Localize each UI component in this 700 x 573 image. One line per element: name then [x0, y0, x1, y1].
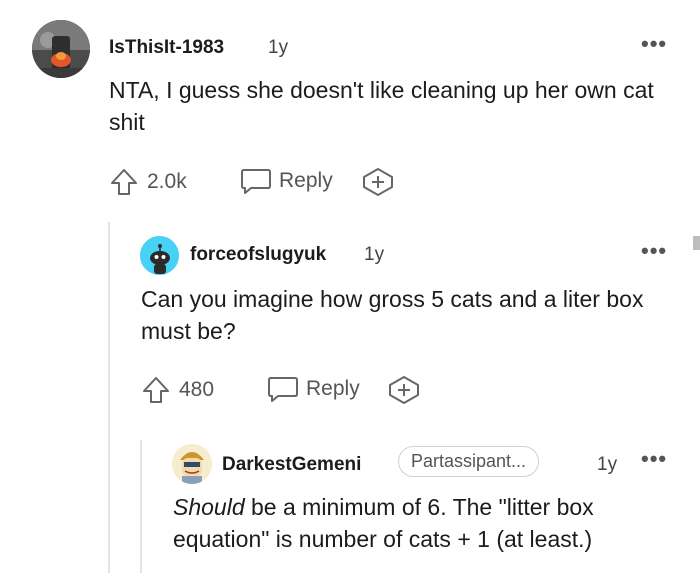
- vote-control[interactable]: 480: [141, 375, 214, 405]
- user-flair: Partassipant...: [398, 446, 540, 477]
- upvote-arrow-icon[interactable]: [141, 375, 171, 405]
- vote-count: 480: [179, 378, 215, 401]
- reply-label: Reply: [306, 377, 360, 400]
- speech-bubble-icon: [240, 166, 272, 196]
- comment-age: 1y: [364, 244, 385, 265]
- comment-body: NTA, I guess she doesn't like cleaning u…: [109, 77, 654, 135]
- vote-control[interactable]: 2.0k: [109, 167, 187, 197]
- username[interactable]: DarkestGemeni: [222, 454, 361, 476]
- vote-count: 2.0k: [147, 170, 187, 193]
- upvote-arrow-icon[interactable]: [109, 167, 139, 197]
- more-options-icon[interactable]: •••: [641, 446, 667, 472]
- reply-button[interactable]: Reply: [240, 166, 333, 196]
- more-options-icon[interactable]: •••: [641, 238, 667, 264]
- comment-2: forceofslugyuk 1y ••• Can you imagine ho…: [0, 220, 700, 420]
- comment-body: Can you imagine how gross 5 cats and a l…: [141, 286, 644, 344]
- comment-3: DarkestGemeni Partassipant... 1y ••• Sho…: [0, 440, 700, 573]
- avatar[interactable]: [172, 444, 212, 484]
- speech-bubble-icon: [267, 374, 299, 404]
- username[interactable]: forceofslugyuk: [190, 244, 326, 266]
- award-plus-icon[interactable]: [361, 167, 395, 197]
- username[interactable]: IsThisIt-1983: [109, 37, 224, 59]
- comment-1: IsThisIt-1983 1y ••• NTA, I guess she do…: [0, 0, 700, 210]
- emphasis-text: Should: [173, 494, 245, 520]
- comment-age: 1y: [597, 454, 618, 475]
- award-plus-icon[interactable]: [387, 375, 421, 405]
- comment-body: Should be a minimum of 6. The "litter bo…: [173, 491, 693, 555]
- more-options-icon[interactable]: •••: [641, 31, 667, 57]
- avatar[interactable]: [140, 236, 179, 275]
- avatar[interactable]: [32, 20, 90, 78]
- reply-button[interactable]: Reply: [267, 374, 360, 404]
- reply-label: Reply: [279, 169, 333, 192]
- comment-age: 1y: [268, 37, 289, 58]
